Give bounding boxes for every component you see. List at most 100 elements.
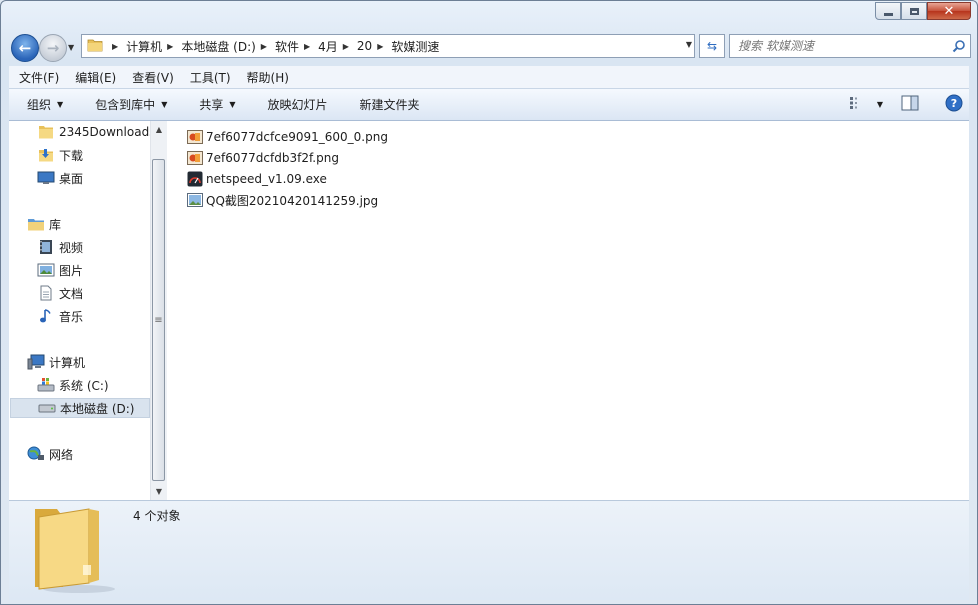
nav-item-music[interactable]: 音乐	[37, 306, 83, 326]
menu-bar: 文件(F) 编辑(E) 查看(V) 工具(T) 帮助(H)	[9, 66, 969, 89]
nav-item-pictures[interactable]: 图片	[37, 260, 83, 280]
breadcrumb-arrow-icon: ▶	[303, 41, 311, 51]
breadcrumb-arrow-icon: ▶	[342, 41, 349, 51]
preview-pane-icon	[901, 95, 919, 114]
minimize-icon	[883, 13, 893, 16]
nav-item-documents[interactable]: 文档	[37, 283, 83, 303]
forward-button[interactable]: →	[39, 34, 67, 62]
change-view-button[interactable]: ▼	[849, 96, 883, 113]
back-button[interactable]: ←	[11, 34, 39, 62]
breadcrumb-arrow-icon: ▶	[167, 41, 174, 51]
menu-help[interactable]: 帮助(H)	[237, 69, 295, 86]
scrollbar-thumb[interactable]: ≡	[152, 159, 165, 481]
help-button[interactable]: ?	[945, 94, 963, 115]
breadcrumb-2[interactable]: ▶ 软件	[256, 38, 299, 55]
close-icon: ✕	[943, 3, 955, 19]
command-bar: 组织 ▼ 包含到库中 ▼ 共享 ▼ 放映幻灯片 新建文件夹 ▼ ?	[9, 89, 969, 121]
forward-arrow-icon: →	[46, 38, 60, 57]
menu-view[interactable]: 查看(V)	[122, 69, 180, 86]
breadcrumb-arrow-icon: ▶	[260, 41, 267, 51]
library-icon	[27, 216, 45, 232]
breadcrumb-3[interactable]: ▶ 4月	[299, 38, 338, 55]
nav-item-2345downloads[interactable]: 2345Downloads	[37, 122, 150, 142]
file-list: 7ef6077dcfce9091_600_0.png 7ef6077dcfdb3…	[167, 121, 969, 500]
breadcrumb-0[interactable]: ▶ 计算机	[107, 38, 162, 55]
address-row: ← → ▼ ▶ 计算机 ▶ 本地磁盘 (D:) ▶ 软件 ▶ 4月 ▶ 20 ▶ 软媒测速 …	[9, 32, 971, 62]
include-in-library-button[interactable]: 包含到库中 ▼	[77, 96, 181, 113]
svg-text:?: ?	[951, 97, 957, 110]
video-library-icon	[37, 239, 55, 255]
view-options-icon	[849, 96, 865, 113]
navigation-pane: 2345Downloads 下载 桌面 库 视频 图片 文档 音乐 计算机 系统…	[9, 121, 150, 500]
folder-icon	[37, 124, 55, 140]
maximize-button[interactable]	[901, 2, 927, 20]
breadcrumb-1[interactable]: ▶ 本地磁盘 (D:)	[162, 38, 256, 55]
computer-icon	[27, 354, 45, 370]
recent-pages-dropdown[interactable]: ▼	[68, 43, 74, 52]
back-arrow-icon: ←	[18, 38, 32, 57]
file-item[interactable]: QQ截图20210420141259.jpg	[187, 190, 378, 210]
preview-pane-button[interactable]	[901, 95, 919, 114]
help-icon: ?	[945, 94, 963, 115]
nav-item-downloads[interactable]: 下载	[37, 145, 83, 165]
share-button[interactable]: 共享 ▼	[181, 96, 249, 113]
close-button[interactable]: ✕	[927, 2, 971, 20]
maximize-icon	[909, 7, 919, 15]
music-library-icon	[37, 308, 55, 324]
file-item[interactable]: 7ef6077dcfdb3f2f.png	[187, 148, 339, 168]
breadcrumb-arrow-icon: ▶	[377, 41, 384, 51]
local-drive-icon	[38, 400, 56, 416]
menu-edit[interactable]: 编辑(E)	[65, 69, 122, 86]
chevron-down-icon: ▼	[57, 100, 64, 109]
file-item[interactable]: 7ef6077dcfce9091_600_0.png	[187, 127, 388, 147]
png-image-icon	[187, 150, 203, 166]
chevron-down-icon[interactable]: ▼	[877, 100, 883, 109]
menu-file[interactable]: 文件(F)	[9, 69, 65, 86]
downloads-folder-icon	[37, 147, 55, 163]
new-folder-button[interactable]: 新建文件夹	[342, 96, 434, 113]
scroll-down-arrow-icon[interactable]: ▼	[151, 487, 167, 496]
system-drive-icon	[37, 377, 55, 393]
breadcrumb-5[interactable]: ▶ 软媒测速	[372, 38, 439, 55]
nav-item-network[interactable]: 网络	[27, 444, 73, 464]
nav-item-videos[interactable]: 视频	[37, 237, 83, 257]
jpg-image-icon	[187, 192, 203, 208]
search-input[interactable]	[730, 39, 948, 53]
nav-item-libraries[interactable]: 库	[27, 214, 61, 234]
explorer-window: ✕ ← → ▼ ▶ 计算机 ▶ 本地磁盘 (D:) ▶ 软件 ▶ 4月 ▶ 20 ▶ 软媒测…	[0, 0, 978, 605]
menu-tools[interactable]: 工具(T)	[180, 69, 237, 86]
breadcrumb-arrow-icon: ▶	[112, 41, 119, 51]
organize-button[interactable]: 组织 ▼	[9, 96, 77, 113]
png-image-icon	[187, 129, 203, 145]
details-pane: 4 个对象	[9, 500, 969, 600]
document-library-icon	[37, 285, 55, 301]
chevron-down-icon: ▼	[161, 100, 168, 109]
search-icon[interactable]	[948, 39, 970, 53]
chevron-down-icon: ▼	[229, 100, 236, 109]
content-area: 2345Downloads 下载 桌面 库 视频 图片 文档 音乐 计算机 系统…	[9, 121, 969, 500]
refresh-icon: ⇆	[706, 39, 718, 53]
navigation-pane-scrollbar[interactable]: ▲ ≡ ▼	[150, 121, 167, 500]
refresh-button[interactable]: ⇆	[699, 34, 725, 58]
window-controls: ✕	[875, 2, 971, 20]
address-history-dropdown[interactable]: ▼	[686, 40, 692, 49]
breadcrumb-4[interactable]: ▶ 20	[338, 39, 372, 53]
scroll-up-arrow-icon[interactable]: ▲	[151, 125, 167, 134]
folder-icon	[87, 37, 103, 56]
nav-item-computer[interactable]: 计算机	[27, 352, 85, 372]
nav-item-local-disk-d[interactable]: 本地磁盘 (D:)	[10, 398, 150, 418]
slideshow-button[interactable]: 放映幻灯片	[250, 96, 342, 113]
network-icon	[27, 446, 45, 462]
file-item[interactable]: netspeed_v1.09.exe	[187, 169, 327, 189]
large-folder-icon	[31, 503, 117, 598]
item-count: 4 个对象	[133, 509, 181, 523]
desktop-icon	[37, 170, 55, 186]
minimize-button[interactable]	[875, 2, 901, 20]
picture-library-icon	[37, 262, 55, 278]
nav-item-system-c[interactable]: 系统 (C:)	[37, 375, 109, 395]
nav-item-desktop[interactable]: 桌面	[37, 168, 83, 188]
command-bar-right: ▼ ?	[849, 89, 963, 120]
address-bar[interactable]: ▶ 计算机 ▶ 本地磁盘 (D:) ▶ 软件 ▶ 4月 ▶ 20 ▶ 软媒测速 ▼	[81, 34, 695, 58]
exe-app-icon	[187, 171, 203, 187]
search-box	[729, 34, 971, 58]
